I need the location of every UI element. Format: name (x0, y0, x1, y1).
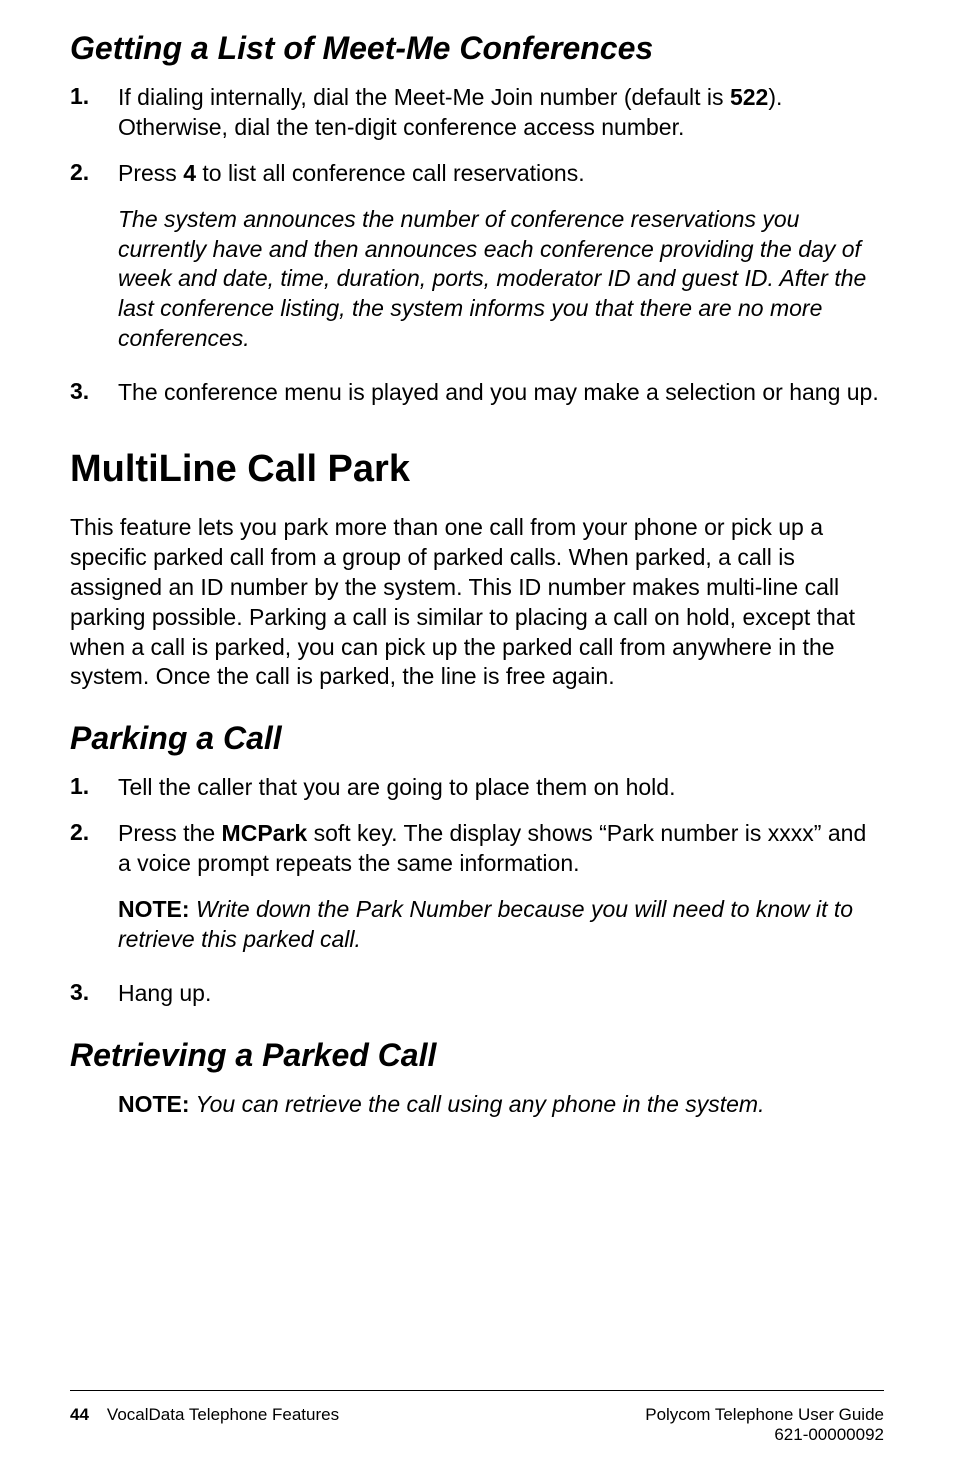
text: to list all conference call reservations… (196, 160, 585, 186)
list-number: 3. (70, 378, 118, 408)
list-body: Tell the caller that you are going to pl… (118, 773, 675, 803)
list-item: 2. Press 4 to list all conference call r… (70, 159, 884, 189)
footer-section-title: VocalData Telephone Features (107, 1405, 339, 1425)
note-text: You can retrieve the call using any phon… (190, 1091, 765, 1117)
bold-text: 4 (183, 160, 196, 186)
footer-guide-title: Polycom Telephone User Guide (645, 1405, 884, 1425)
footer-left: 44 VocalData Telephone Features (70, 1405, 339, 1445)
text: Press the (118, 820, 222, 846)
list-body: If dialing internally, dial the Meet-Me … (118, 83, 884, 143)
list-item: 2. Press the MCPark soft key. The displa… (70, 819, 884, 879)
list-body: Press 4 to list all conference call rese… (118, 159, 585, 189)
list-body: The conference menu is played and you ma… (118, 378, 879, 408)
list-number: 1. (70, 83, 118, 143)
bold-text: MCPark (222, 820, 308, 846)
paragraph: This feature lets you park more than one… (70, 513, 884, 692)
list-item: 3. The conference menu is played and you… (70, 378, 884, 408)
note-block: NOTE: Write down the Park Number because… (118, 895, 884, 955)
footer-doc-number: 621-00000092 (645, 1425, 884, 1445)
list-item: 3. Hang up. (70, 979, 884, 1009)
list-number: 1. (70, 773, 118, 803)
heading-retrieving-parked-call: Retrieving a Parked Call (70, 1037, 884, 1074)
text: If dialing internally, dial the Meet-Me … (118, 84, 730, 110)
note-label: NOTE: (118, 1091, 190, 1117)
heading-multiline-call-park: MultiLine Call Park (70, 448, 884, 491)
footer-right: Polycom Telephone User Guide 621-0000009… (645, 1405, 884, 1445)
list-number: 3. (70, 979, 118, 1009)
list-number: 2. (70, 159, 118, 189)
page-number: 44 (70, 1405, 89, 1425)
list-item: 1. Tell the caller that you are going to… (70, 773, 884, 803)
text: Press (118, 160, 183, 186)
bold-text: 522 (730, 84, 768, 110)
note-text: Write down the Park Number because you w… (118, 896, 853, 952)
page-content: Getting a List of Meet-Me Conferences 1.… (70, 30, 884, 1360)
heading-parking-a-call: Parking a Call (70, 720, 884, 757)
footer-divider (70, 1390, 884, 1391)
note-block: NOTE: You can retrieve the call using an… (118, 1090, 884, 1120)
list-item: 1. If dialing internally, dial the Meet-… (70, 83, 884, 143)
list-body: Hang up. (118, 979, 211, 1009)
footer-row: 44 VocalData Telephone Features Polycom … (70, 1405, 884, 1445)
heading-getting-list: Getting a List of Meet-Me Conferences (70, 30, 884, 67)
note-label: NOTE: (118, 896, 190, 922)
page-footer: 44 VocalData Telephone Features Polycom … (70, 1390, 884, 1445)
list-number: 2. (70, 819, 118, 879)
list-body: Press the MCPark soft key. The display s… (118, 819, 884, 879)
italic-note-block: The system announces the number of confe… (118, 205, 884, 354)
